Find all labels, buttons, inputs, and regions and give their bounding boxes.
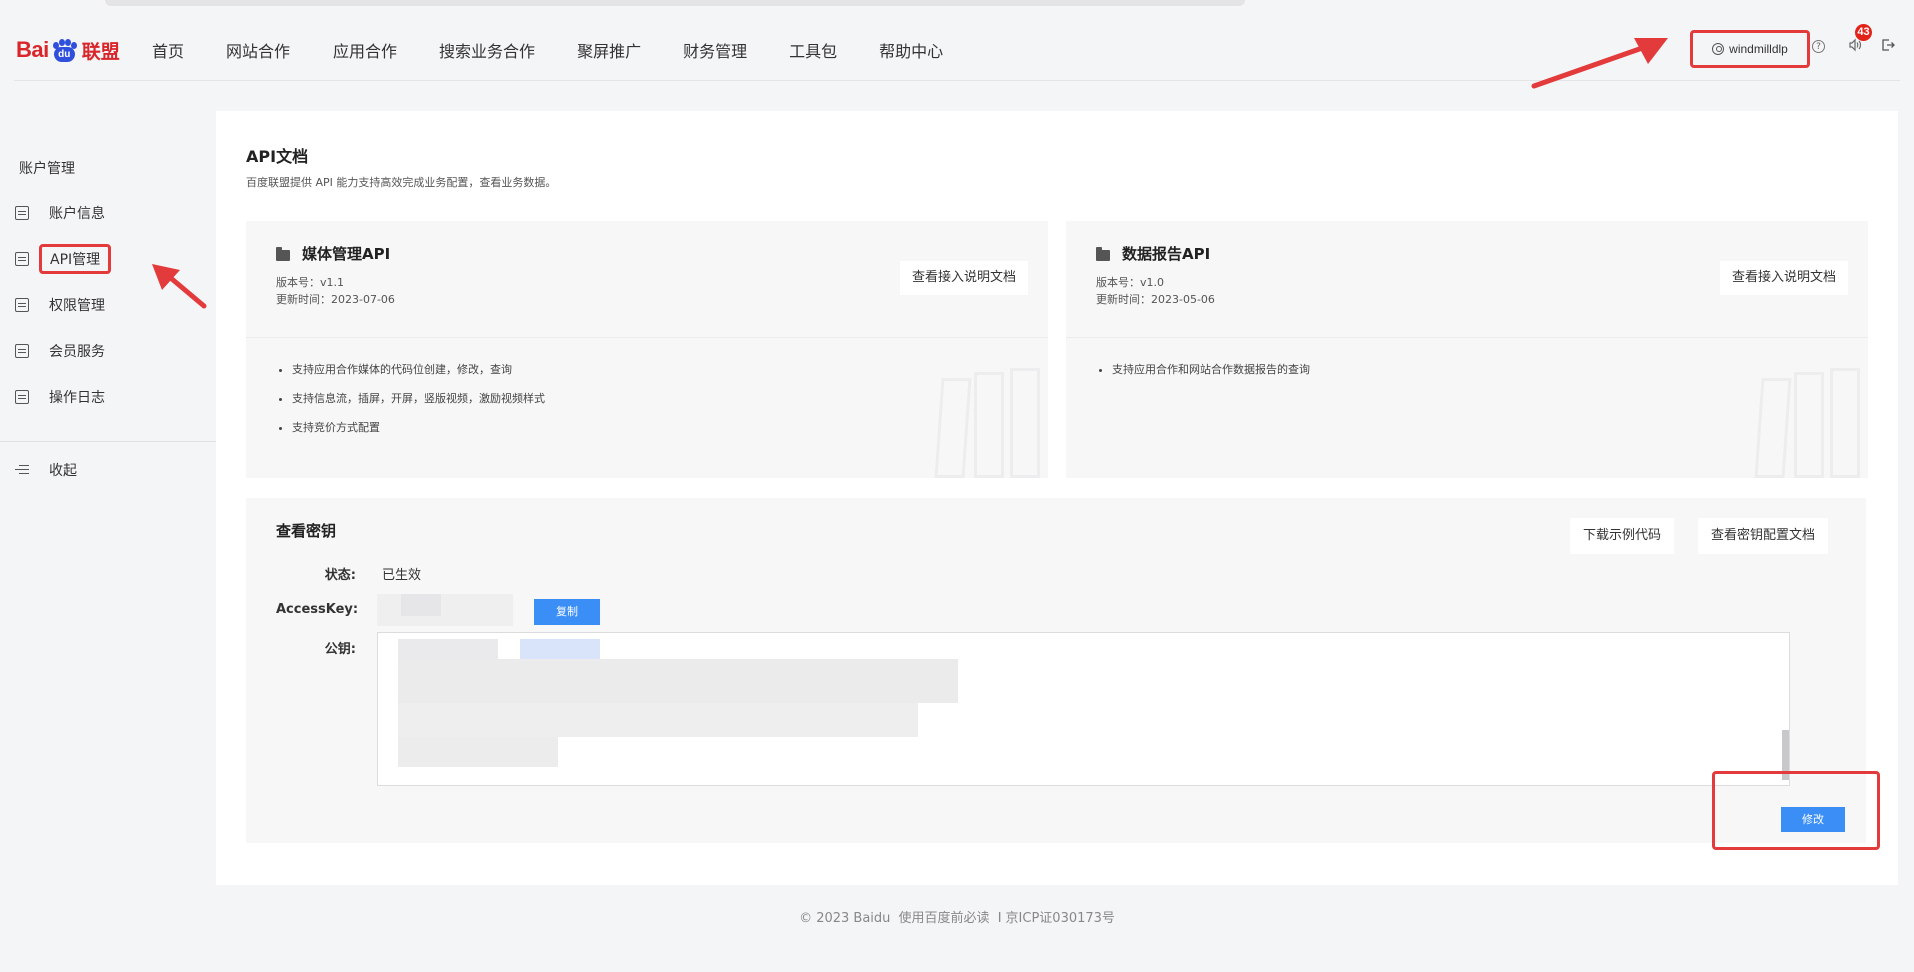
log-icon <box>15 390 29 404</box>
card-updated: 更新时间：2023-07-06 <box>276 293 395 306</box>
list-item: 支持信息流，插屏，开屏，竖版视频，激励视频样式 <box>292 390 545 406</box>
nav-app-cooperation[interactable]: 应用合作 <box>333 38 397 66</box>
nav-help-center[interactable]: 帮助中心 <box>879 38 943 66</box>
nav-toolkit[interactable]: 工具包 <box>789 38 837 66</box>
sidebar-collapse-button[interactable]: 收起 <box>15 457 77 483</box>
username: windmilldlp <box>1729 42 1788 56</box>
permission-icon <box>15 298 29 312</box>
download-sample-code-button[interactable]: 下载示例代码 <box>1570 518 1675 554</box>
card-header: 数据报告API 版本号：v1.0 更新时间：2023-05-06 查看接入说明文… <box>1066 221 1868 338</box>
browser-scrollbar-remnant <box>105 0 1245 6</box>
sidebar-item-label: 会员服务 <box>49 344 105 360</box>
status-value: 已生效 <box>382 568 422 583</box>
nav-website-cooperation[interactable]: 网站合作 <box>226 38 290 66</box>
annotation-arrow-api <box>152 264 207 309</box>
card-title: 媒体管理API <box>302 245 391 263</box>
pubkey-textarea[interactable] <box>377 632 1790 786</box>
edit-key-button[interactable]: 修改 <box>1781 807 1845 832</box>
view-key-config-doc-button[interactable]: 查看密钥配置文档 <box>1698 518 1829 554</box>
footer-icp[interactable]: 京ICP证030173号 <box>1006 911 1115 926</box>
feature-list: 支持应用合作和网站合作数据报告的查询 <box>1112 361 1310 390</box>
list-item: 支持竞价方式配置 <box>292 419 545 435</box>
nav-screen-promotion[interactable]: 聚屏推广 <box>577 38 641 66</box>
sidebar-item-label: 账户信息 <box>49 206 105 222</box>
annotation-box-edit: 修改 <box>1712 771 1880 850</box>
folder-icon <box>1096 247 1110 261</box>
card-version: 版本号：v1.0 <box>1096 276 1165 289</box>
sidebar-item-member-service[interactable]: 会员服务 <box>15 338 105 364</box>
page-footer: © 2023 Baidu 使用百度前必读 I 京ICP证030173号 <box>0 907 1914 926</box>
nav-finance[interactable]: 财务管理 <box>683 38 747 66</box>
folder-icon <box>276 247 290 261</box>
notification-badge: 43 <box>1855 24 1872 41</box>
card-version: 版本号：v1.1 <box>276 276 345 289</box>
copy-accesskey-button[interactable]: 复制 <box>534 599 600 625</box>
sidebar: 账户管理 账户信息 API管理 权限管理 会员服务 操作日志 收起 <box>0 82 216 972</box>
sidebar-section-title: 账户管理 <box>19 161 75 177</box>
sidebar-item-account-info[interactable]: 账户信息 <box>15 200 105 226</box>
sidebar-divider <box>0 441 216 442</box>
sidebar-item-operation-log[interactable]: 操作日志 <box>15 384 105 410</box>
main-nav: 首页 网站合作 应用合作 搜索业务合作 聚屏推广 财务管理 工具包 帮助中心 <box>152 38 985 66</box>
user-icon <box>1712 43 1725 55</box>
collapse-icon <box>15 464 29 476</box>
feature-list: 支持应用合作媒体的代码位创建，修改，查询 支持信息流，插屏，开屏，竖版视频，激励… <box>292 361 545 448</box>
collapse-label: 收起 <box>49 463 77 479</box>
sidebar-item-label: 操作日志 <box>49 390 105 406</box>
logo-du-text: du <box>53 46 75 62</box>
list-item: 支持应用合作和网站合作数据报告的查询 <box>1112 361 1310 377</box>
nav-home[interactable]: 首页 <box>152 38 184 66</box>
page-description: 百度联盟提供 API 能力支持高效完成业务配置，查看业务数据。 <box>246 176 557 189</box>
logo-lianmeng-text: 联盟 <box>81 40 120 63</box>
api-card-media-management: 媒体管理API 版本号：v1.1 更新时间：2023-07-06 查看接入说明文… <box>246 221 1048 478</box>
key-panel-title: 查看密钥 <box>276 522 337 540</box>
accesskey-value-redacted <box>377 594 513 626</box>
nav-search-cooperation[interactable]: 搜索业务合作 <box>439 38 535 66</box>
logo-paw-icon: du <box>51 38 78 62</box>
baidu-union-logo[interactable]: Bai du 联盟 <box>16 30 120 70</box>
footer-terms-link[interactable]: 使用百度前必读 <box>899 911 990 926</box>
binder-decoration-icon <box>930 368 1048 478</box>
footer-copyright: © 2023 Baidu <box>799 911 891 926</box>
binder-decoration-icon <box>1750 368 1868 478</box>
list-item: 支持应用合作媒体的代码位创建，修改，查询 <box>292 361 545 377</box>
main-panel: API文档 百度联盟提供 API 能力支持高效完成业务配置，查看业务数据。 媒体… <box>216 111 1898 885</box>
view-doc-button[interactable]: 查看接入说明文档 <box>899 261 1028 295</box>
sidebar-item-label: 权限管理 <box>49 298 105 314</box>
logout-icon[interactable] <box>1879 37 1897 55</box>
sidebar-item-label: API管理 <box>39 244 112 274</box>
sidebar-item-permission[interactable]: 权限管理 <box>15 292 105 318</box>
api-card-data-report: 数据报告API 版本号：v1.0 更新时间：2023-05-06 查看接入说明文… <box>1066 221 1868 478</box>
user-account-menu[interactable]: windmilldlp <box>1690 30 1810 68</box>
card-header: 媒体管理API 版本号：v1.1 更新时间：2023-07-06 查看接入说明文… <box>246 221 1048 338</box>
sidebar-item-api-management[interactable]: API管理 <box>15 244 112 274</box>
api-folder-icon <box>15 252 29 266</box>
accesskey-label: AccessKey: <box>276 602 359 617</box>
status-label: 状态: <box>324 568 356 583</box>
footer-separator: I <box>997 911 1002 926</box>
pubkey-label: 公钥: <box>324 642 356 657</box>
account-info-icon <box>15 206 29 220</box>
card-title: 数据报告API <box>1122 245 1211 263</box>
help-icon[interactable]: ? <box>1812 40 1825 53</box>
secret-key-panel: 查看密钥 下载示例代码 查看密钥配置文档 状态: 已生效 AccessKey: … <box>246 498 1866 843</box>
logo-bai-text: Bai <box>16 37 49 62</box>
view-doc-button[interactable]: 查看接入说明文档 <box>1719 261 1848 295</box>
card-updated: 更新时间：2023-05-06 <box>1096 293 1215 306</box>
page-title: API文档 <box>246 147 309 166</box>
member-icon <box>15 344 29 358</box>
annotation-arrow-user <box>1531 38 1668 89</box>
